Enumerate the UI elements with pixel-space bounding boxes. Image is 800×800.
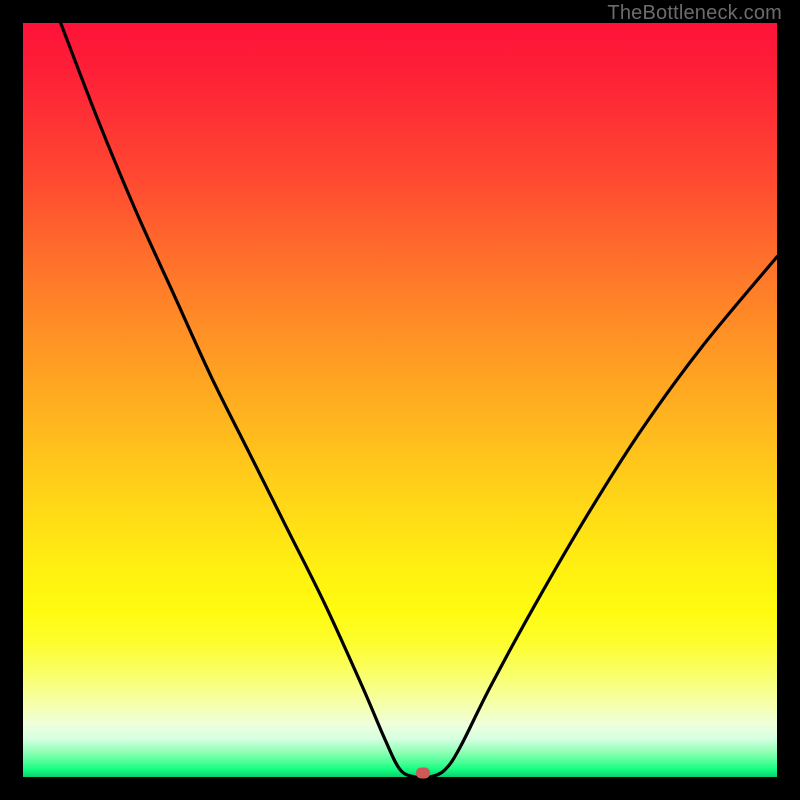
- watermark-label: TheBottleneck.com: [607, 2, 782, 25]
- optimal-point-marker: [416, 768, 430, 779]
- plot-gradient-background: [23, 23, 777, 777]
- chart-frame: TheBottleneck.com: [0, 0, 800, 800]
